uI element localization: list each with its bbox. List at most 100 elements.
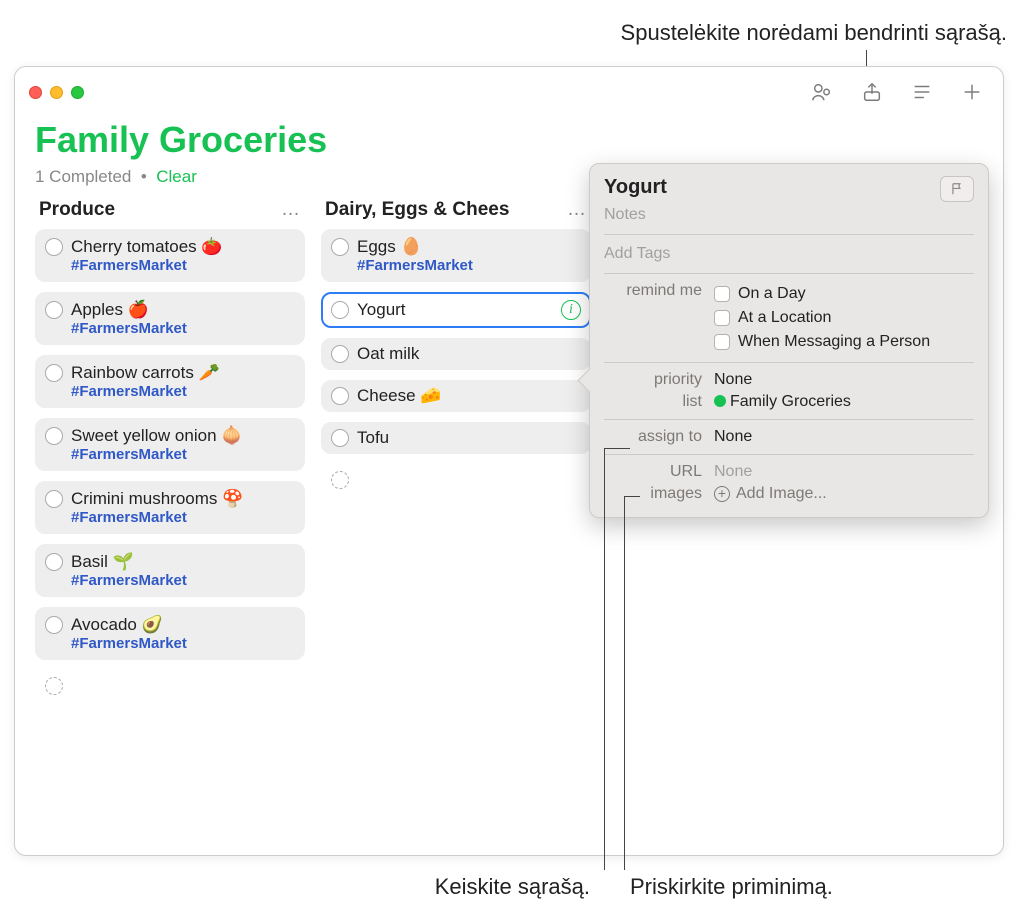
reminder-tag[interactable]: #FarmersMarket xyxy=(71,320,295,337)
flag-icon xyxy=(950,182,964,196)
add-image-label: Add Image... xyxy=(736,485,827,503)
complete-toggle[interactable] xyxy=(45,490,63,508)
remind-option-label: On a Day xyxy=(738,285,806,303)
remind-me-label: remind me xyxy=(604,282,714,300)
titlebar xyxy=(15,67,1003,111)
reminder-item[interactable]: Rainbow carrots 🥕 #FarmersMarket xyxy=(35,355,305,408)
reminder-item[interactable]: Basil 🌱 #FarmersMarket xyxy=(35,544,305,597)
images-label: images xyxy=(604,485,714,503)
reminder-tag[interactable]: #FarmersMarket xyxy=(71,383,295,400)
checkbox-icon[interactable] xyxy=(714,286,730,302)
reminder-item[interactable]: Crimini mushrooms 🍄 #FarmersMarket xyxy=(35,481,305,534)
remind-on-day[interactable]: On a Day xyxy=(714,282,974,306)
list-value[interactable]: Family Groceries xyxy=(714,393,974,411)
close-window-button[interactable] xyxy=(29,86,42,99)
reminder-item[interactable]: Tofu xyxy=(321,422,591,454)
annotation-change-list: Keiskite sąrašą. xyxy=(360,874,600,900)
reminder-tag[interactable]: #FarmersMarket xyxy=(71,257,295,274)
checkbox-icon[interactable] xyxy=(714,334,730,350)
url-label: URL xyxy=(604,463,714,481)
new-reminder-placeholder[interactable] xyxy=(35,670,305,701)
priority-label: priority xyxy=(604,371,714,389)
reminder-title: Sweet yellow onion 🧅 xyxy=(71,426,295,446)
remind-option-label: When Messaging a Person xyxy=(738,333,930,351)
reminder-tag[interactable]: #FarmersMarket xyxy=(71,509,295,526)
fullscreen-window-button[interactable] xyxy=(71,86,84,99)
complete-toggle[interactable] xyxy=(45,427,63,445)
share-icon[interactable] xyxy=(861,81,883,103)
remind-option-label: At a Location xyxy=(738,309,831,327)
annotation-bottom: Keiskite sąrašą. Priskirkite priminimą. xyxy=(360,874,833,900)
annotation-leader-line xyxy=(624,496,625,870)
reminder-tag[interactable]: #FarmersMarket xyxy=(71,635,295,652)
reminder-tag[interactable]: #FarmersMarket xyxy=(71,446,295,463)
reminder-item-selected[interactable]: Yogurt i xyxy=(321,292,591,328)
assign-to-value[interactable]: None xyxy=(714,428,974,446)
complete-toggle[interactable] xyxy=(45,616,63,634)
add-reminder-circle-icon[interactable] xyxy=(331,471,349,489)
view-options-icon[interactable] xyxy=(911,81,933,103)
reminder-title: Crimini mushrooms 🍄 xyxy=(71,489,295,509)
completed-count[interactable]: 1 Completed xyxy=(35,167,131,186)
new-reminder-placeholder[interactable] xyxy=(321,464,591,495)
window-controls xyxy=(29,86,84,99)
complete-toggle[interactable] xyxy=(45,238,63,256)
column-menu-icon[interactable]: … xyxy=(567,199,587,221)
annotation-assign: Priskirkite priminimą. xyxy=(600,874,833,900)
complete-toggle[interactable] xyxy=(45,553,63,571)
reminder-item[interactable]: Oat milk xyxy=(321,338,591,370)
complete-toggle[interactable] xyxy=(331,345,349,363)
reminder-item[interactable]: Apples 🍎 #FarmersMarket xyxy=(35,292,305,345)
complete-toggle[interactable] xyxy=(45,364,63,382)
list-title: Family Groceries xyxy=(35,119,983,161)
separator-dot: • xyxy=(141,167,147,186)
reminder-item[interactable]: Cherry tomatoes 🍅 #FarmersMarket xyxy=(35,229,305,282)
reminder-tag[interactable]: #FarmersMarket xyxy=(357,257,581,274)
complete-toggle[interactable] xyxy=(45,301,63,319)
reminder-title: Oat milk xyxy=(357,344,581,364)
reminder-item[interactable]: Cheese 🧀 xyxy=(321,380,591,412)
reminder-title: Yogurt xyxy=(357,300,553,320)
reminder-title: Eggs 🥚 xyxy=(357,237,581,257)
remind-at-location[interactable]: At a Location xyxy=(714,306,974,330)
reminder-title: Cherry tomatoes 🍅 xyxy=(71,237,295,257)
reminder-item[interactable]: Avocado 🥑 #FarmersMarket xyxy=(35,607,305,660)
notes-field[interactable]: Notes xyxy=(604,202,974,228)
complete-toggle[interactable] xyxy=(331,429,349,447)
reminder-title: Apples 🍎 xyxy=(71,300,295,320)
reminder-item[interactable]: Eggs 🥚 #FarmersMarket xyxy=(321,229,591,282)
clear-button[interactable]: Clear xyxy=(156,167,197,186)
add-image-button[interactable]: + Add Image... xyxy=(714,485,827,503)
add-reminder-circle-icon[interactable] xyxy=(45,677,63,695)
add-reminder-icon[interactable] xyxy=(961,81,983,103)
url-value[interactable]: None xyxy=(714,463,974,481)
minimize-window-button[interactable] xyxy=(50,86,63,99)
remind-when-messaging[interactable]: When Messaging a Person xyxy=(714,330,974,354)
tags-field[interactable]: Add Tags xyxy=(604,241,974,267)
list-label: list xyxy=(604,393,714,411)
info-icon[interactable]: i xyxy=(561,300,581,320)
annotation-leader-line xyxy=(624,496,640,497)
column-title: Produce xyxy=(39,199,115,221)
complete-toggle[interactable] xyxy=(331,301,349,319)
reminder-tag[interactable]: #FarmersMarket xyxy=(71,572,295,589)
checkbox-icon[interactable] xyxy=(714,310,730,326)
toolbar xyxy=(811,81,993,103)
annotation-share: Spustelėkite norėdami bendrinti sąrašą. xyxy=(370,20,1007,46)
priority-value[interactable]: None xyxy=(714,371,974,389)
reminder-title: Cheese 🧀 xyxy=(357,386,581,406)
complete-toggle[interactable] xyxy=(331,387,349,405)
column-produce: Produce … Cherry tomatoes 🍅 #FarmersMark… xyxy=(35,199,305,711)
complete-toggle[interactable] xyxy=(331,238,349,256)
assign-to-label: assign to xyxy=(604,428,714,446)
column-menu-icon[interactable]: … xyxy=(281,199,301,221)
detail-title[interactable]: Yogurt xyxy=(604,176,667,199)
collaborate-icon[interactable] xyxy=(811,81,833,103)
column-header: Dairy, Eggs & Chees … xyxy=(321,199,591,229)
plus-circle-icon: + xyxy=(714,486,730,502)
reminders-window: Family Groceries 1 Completed • Clear Pro… xyxy=(14,66,1004,856)
annotation-leader-line xyxy=(604,448,630,449)
reminder-item[interactable]: Sweet yellow onion 🧅 #FarmersMarket xyxy=(35,418,305,471)
flag-button[interactable] xyxy=(940,176,974,202)
reminder-title: Tofu xyxy=(357,428,581,448)
